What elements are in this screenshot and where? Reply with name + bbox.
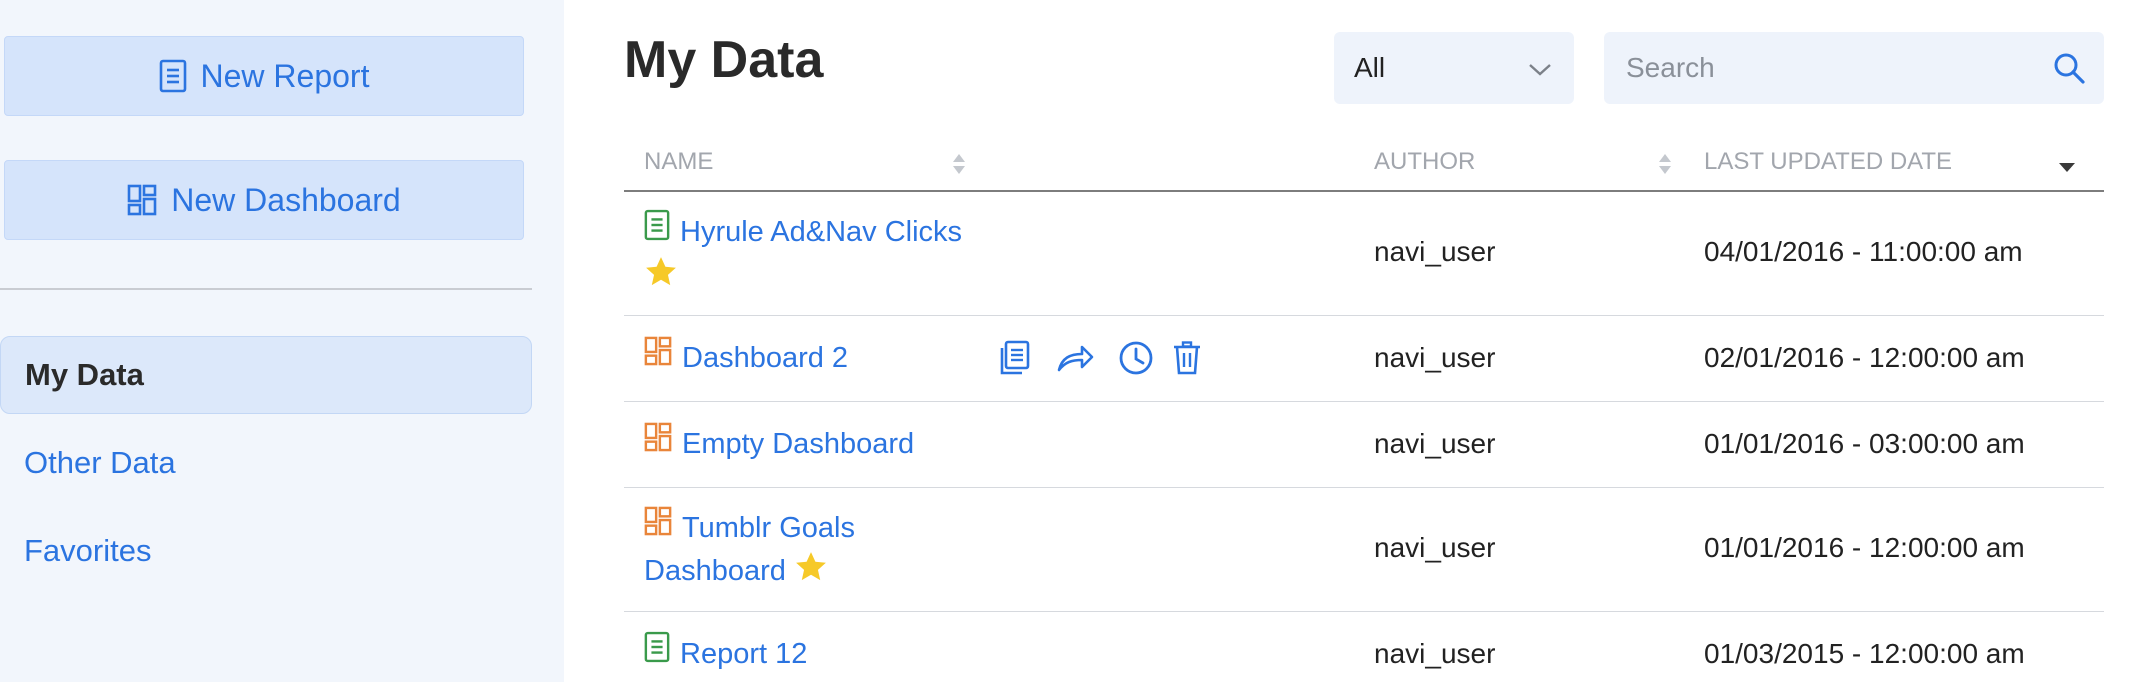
new-report-button[interactable]: New Report (4, 36, 524, 116)
sidebar-item-my-data[interactable]: My Data (0, 336, 532, 414)
new-dashboard-button[interactable]: New Dashboard (4, 160, 524, 240)
sidebar-item-favorites[interactable]: Favorites (0, 512, 532, 590)
dashboard-icon (644, 336, 672, 377)
date-cell: 02/01/2016 - 12:00:00 am (1704, 342, 2025, 373)
dashboard-icon (644, 422, 672, 463)
report-icon (159, 59, 187, 93)
date-cell: 01/03/2015 - 12:00:00 am (1704, 638, 2025, 669)
item-name-link[interactable]: Tumblr Goals Dashboard (644, 506, 855, 595)
chevron-down-icon (1528, 52, 1552, 84)
table-row[interactable]: Hyrule Ad&Nav Clicks navi_user 04/01/201… (624, 192, 2104, 316)
dashboard-icon (127, 184, 157, 216)
report-icon (644, 209, 670, 252)
table-row[interactable]: Tumblr Goals Dashboard navi_user 01/01/2… (624, 488, 2104, 612)
item-name: Report 12 (680, 638, 808, 671)
table-header: NAME AUTHOR LAST UPDATED DATE (624, 138, 2104, 192)
date-cell: 01/01/2016 - 03:00:00 am (1704, 428, 2025, 459)
report-icon (644, 631, 670, 674)
delete-icon[interactable] (1172, 341, 1202, 375)
sort-icon[interactable] (952, 152, 966, 181)
item-name: Tumblr Goals (682, 512, 855, 544)
item-name: Empty Dashboard (682, 428, 915, 460)
sidebar: New Report New Dashboard My Data Other D… (0, 0, 564, 682)
filter-value: All (1354, 52, 1386, 83)
column-header-name[interactable]: NAME (644, 148, 713, 176)
search-icon[interactable] (2052, 51, 2086, 85)
page-title: My Data (624, 31, 824, 89)
sidebar-item-label: My Data (25, 357, 144, 392)
sidebar-item-other-data[interactable]: Other Data (0, 424, 532, 502)
date-cell: 01/01/2016 - 12:00:00 am (1704, 532, 2025, 563)
new-dashboard-label: New Dashboard (171, 181, 401, 218)
author-cell: navi_user (1374, 236, 1496, 267)
author-cell: navi_user (1374, 342, 1496, 373)
item-name-link[interactable]: Dashboard 2 (644, 336, 849, 380)
favorite-star-icon[interactable] (794, 550, 828, 595)
row-actions (998, 340, 1220, 376)
schedule-icon[interactable] (1118, 340, 1154, 376)
share-icon[interactable] (1056, 343, 1094, 373)
item-name: Dashboard 2 (682, 342, 849, 374)
item-name-link[interactable]: Hyrule Ad&Nav Clicks (644, 209, 963, 300)
table-row[interactable]: Empty Dashboard navi_user 01/01/2016 - 0… (624, 402, 2104, 488)
date-cell: 04/01/2016 - 11:00:00 am (1704, 236, 2023, 267)
clone-icon[interactable] (998, 340, 1032, 376)
favorite-star-icon[interactable] (644, 255, 678, 300)
sidebar-item-label: Other Data (24, 445, 176, 480)
sidebar-divider (0, 288, 532, 290)
author-cell: navi_user (1374, 428, 1496, 459)
type-filter-dropdown[interactable]: All (1334, 32, 1574, 104)
item-name-link[interactable]: Empty Dashboard (644, 422, 915, 466)
author-cell: navi_user (1374, 638, 1496, 669)
search-input[interactable] (1624, 51, 2052, 85)
search-box (1604, 32, 2104, 104)
column-header-last-updated[interactable]: LAST UPDATED DATE (1704, 148, 1952, 176)
table-row[interactable]: Dashboard 2 navi_user 02/01/2016 - 12:00… (624, 316, 2104, 402)
column-header-author[interactable]: AUTHOR (1374, 148, 1475, 176)
author-cell: navi_user (1374, 532, 1496, 563)
item-name: Hyrule Ad&Nav Clicks (680, 216, 963, 249)
table-row[interactable]: Report 12 navi_user 01/03/2015 - 12:00:0… (624, 612, 2104, 698)
item-name-link[interactable]: Report 12 (644, 631, 808, 677)
sort-descending-icon[interactable] (2058, 160, 2076, 178)
new-report-label: New Report (200, 57, 370, 94)
dashboard-icon (644, 506, 672, 547)
sidebar-item-label: Favorites (24, 533, 152, 568)
item-name-continued: Dashboard (644, 555, 786, 587)
sort-icon[interactable] (1658, 152, 1672, 181)
